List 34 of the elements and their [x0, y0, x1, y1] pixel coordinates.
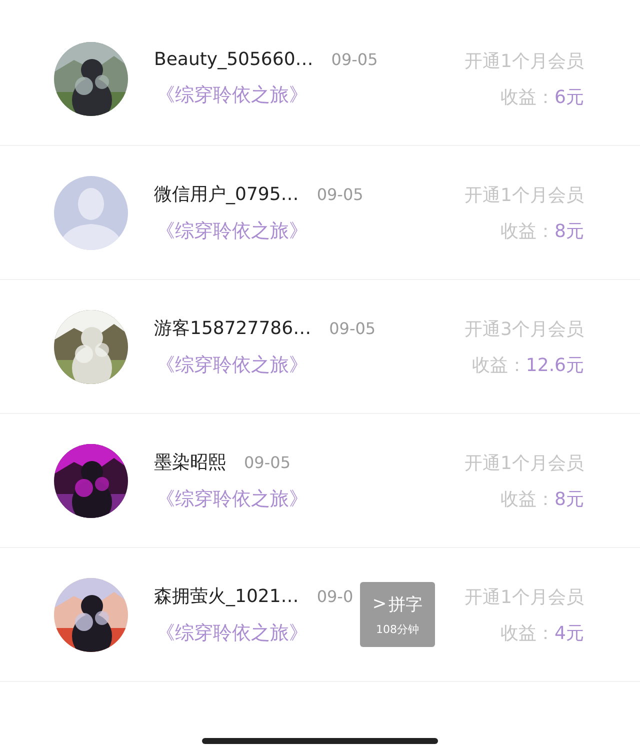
widget-title: 拼字 [388, 594, 423, 616]
book-title: 《综穿聆依之旅》 [156, 620, 308, 646]
user-name: 微信用户_0795… [154, 182, 299, 206]
book-title: 《综穿聆依之旅》 [156, 352, 308, 378]
membership-plan: 开通3个月会员 [464, 318, 584, 340]
book-title: 《综穿聆依之旅》 [156, 218, 308, 244]
user-name: 墨染昭熙 [154, 450, 226, 474]
income-label: 收益： [500, 488, 555, 510]
income-amount: 12.6元 [526, 354, 584, 376]
income-label: 收益： [472, 354, 526, 376]
date: 09-05 [331, 50, 378, 69]
widget-timer: 108分钟 [376, 622, 419, 636]
income-label: 收益： [500, 86, 555, 108]
book-title: 《综穿聆依之旅》 [156, 486, 308, 512]
membership-plan: 开通1个月会员 [464, 586, 584, 608]
income-amount: 4元 [554, 622, 584, 644]
date: 09-0 [316, 586, 354, 606]
income-label: 收益： [500, 622, 555, 644]
membership-plan: 开通1个月会员 [464, 184, 584, 206]
book-title: 《综穿聆依之旅》 [156, 83, 308, 108]
date: 09-05 [316, 184, 364, 204]
user-name: Beauty_505660… [154, 49, 314, 70]
income-amount: 8元 [554, 488, 584, 510]
chevron-icon: > [372, 594, 387, 614]
income-amount: 6元 [554, 86, 584, 108]
date: 09-05 [329, 318, 376, 338]
floating-widget[interactable]: >拼字 108分钟 [360, 582, 435, 647]
income-label: 收益： [500, 220, 555, 242]
membership-plan: 开通1个月会员 [464, 452, 584, 474]
user-name: 游客158727786… [154, 316, 312, 340]
income-amount: 8元 [554, 220, 584, 242]
membership-plan: 开通1个月会员 [464, 50, 584, 72]
date: 09-05 [244, 452, 290, 472]
user-name: 森拥萤火_1021… [154, 584, 299, 608]
